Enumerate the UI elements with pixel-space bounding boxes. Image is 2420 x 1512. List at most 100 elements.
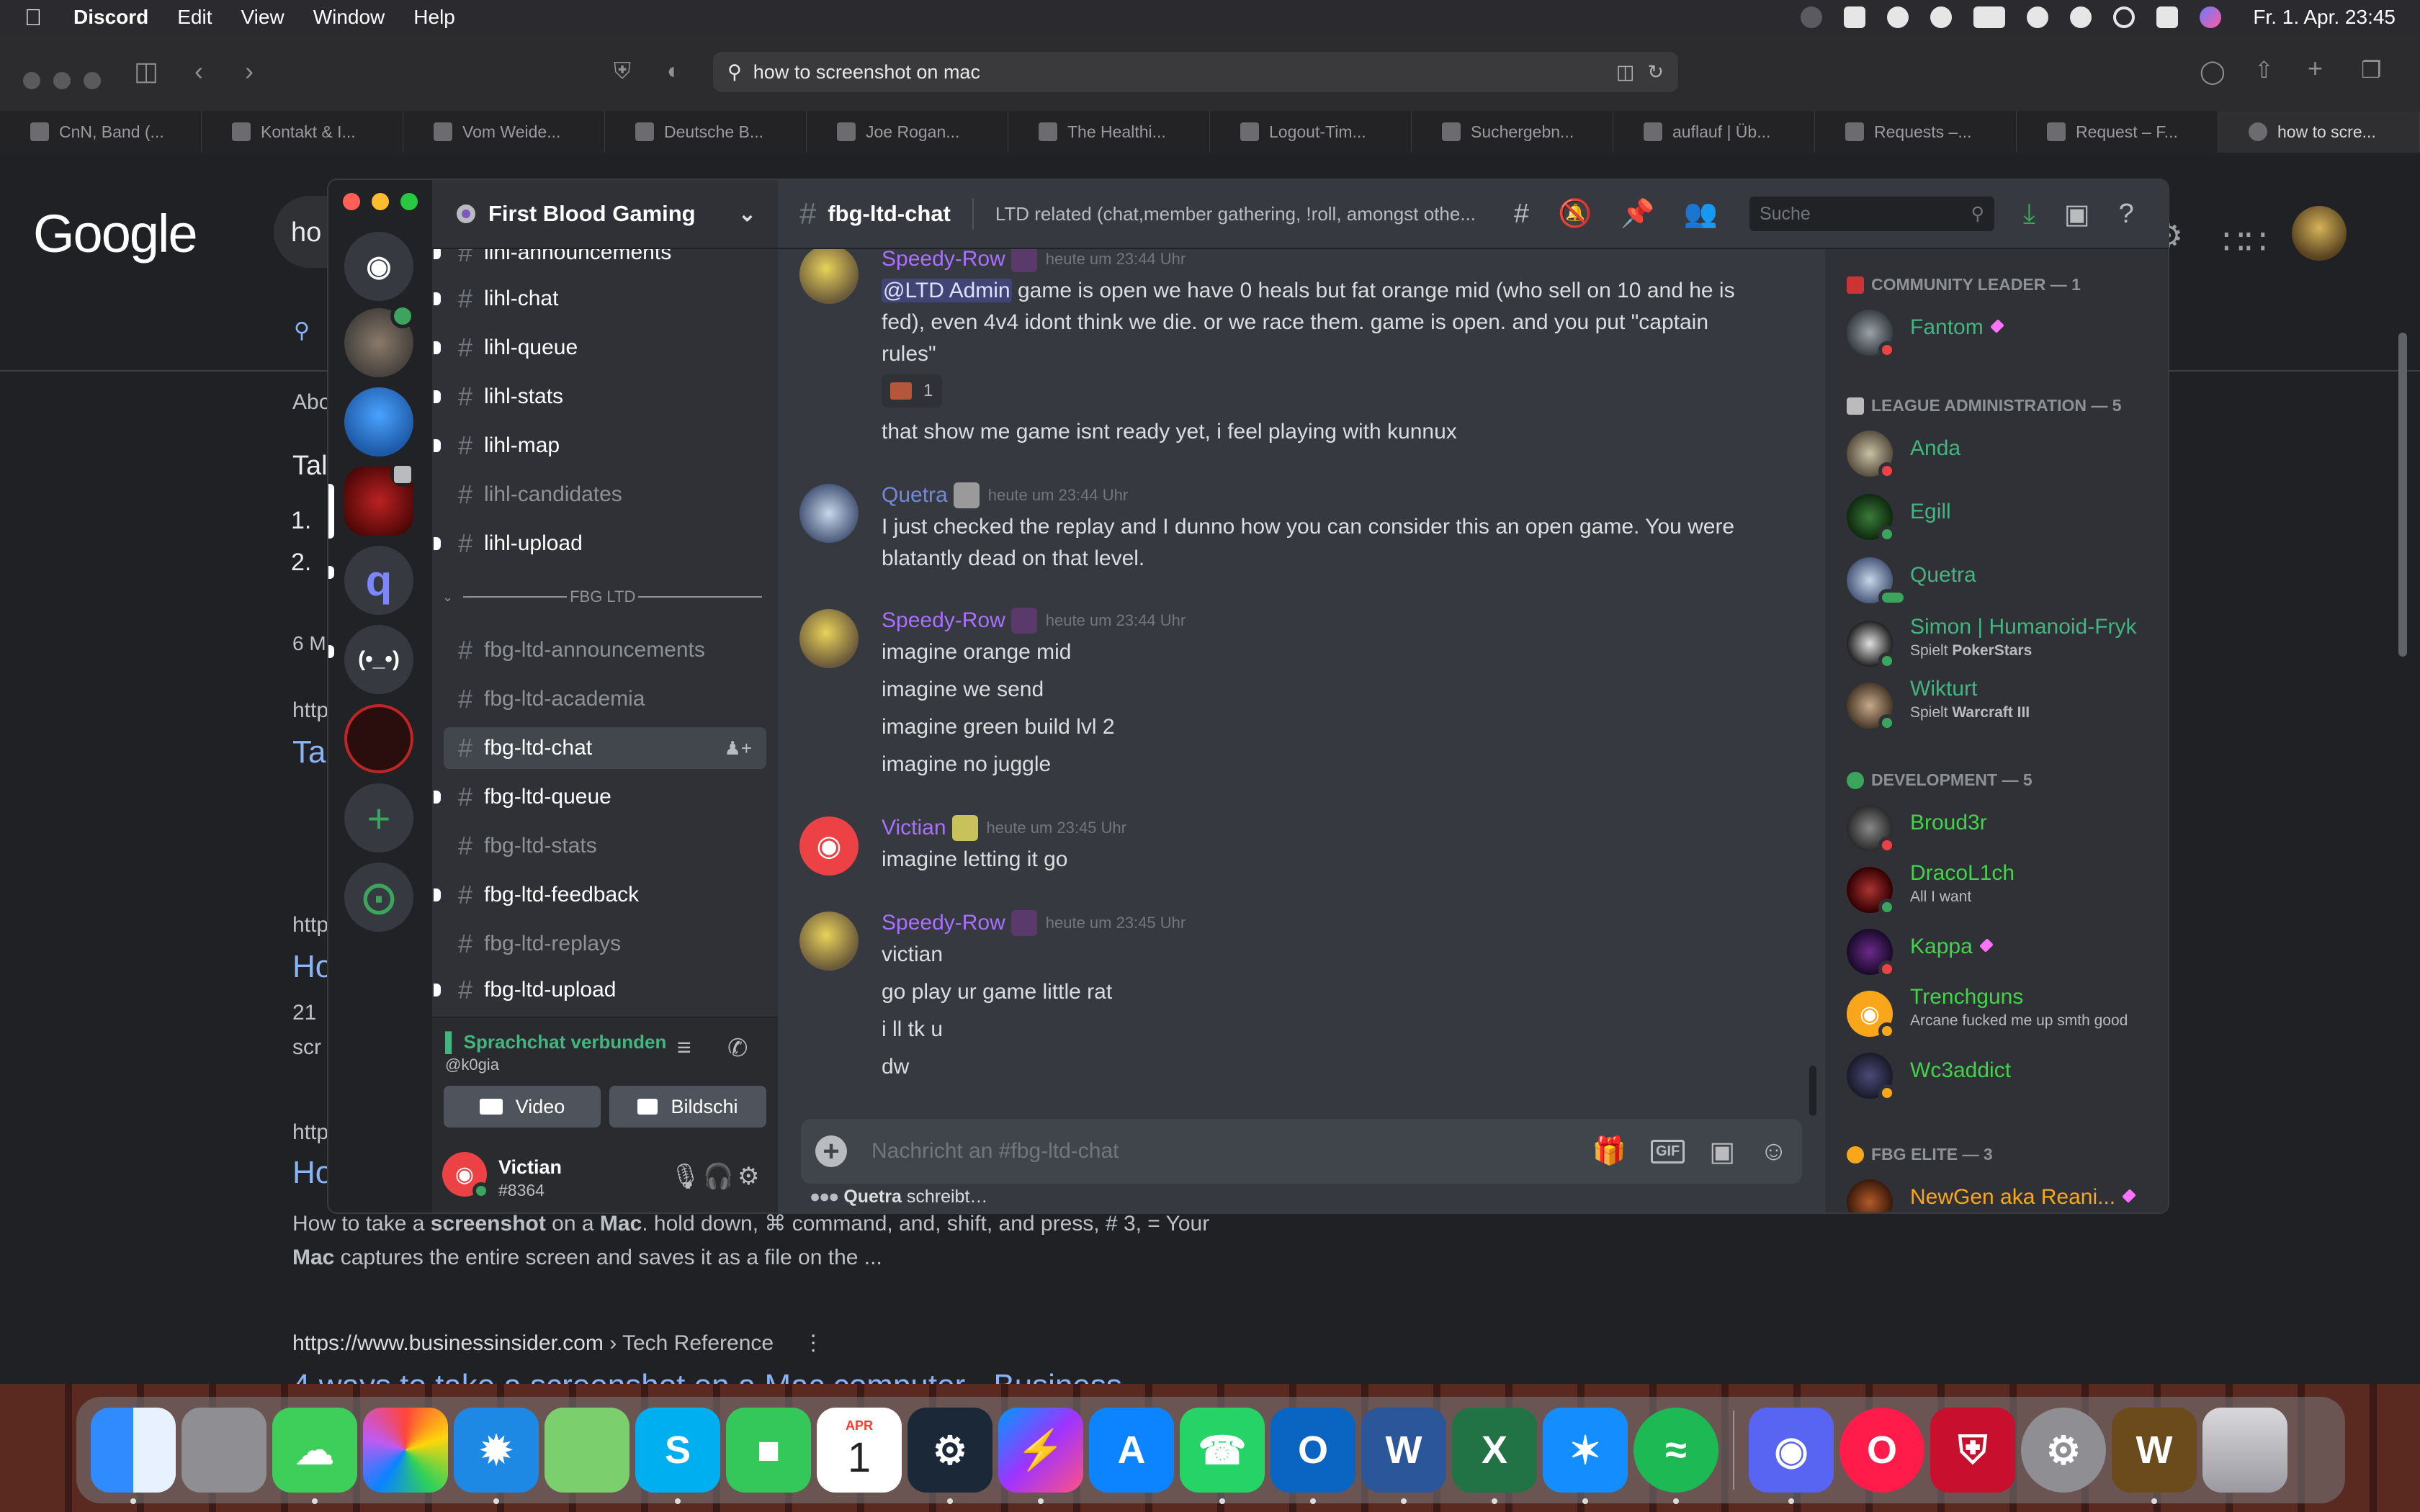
battlenet-icon[interactable]: ✶ bbox=[1543, 1408, 1628, 1504]
member-item[interactable]: NewGen aka Reani... bbox=[1847, 1171, 2156, 1212]
menu-window[interactable]: Window bbox=[313, 6, 385, 29]
channel-lihl-announcements[interactable]: # lihl-announcements bbox=[434, 249, 766, 274]
member-list-icon[interactable]: 👥 bbox=[1684, 198, 1718, 230]
mute-bell-icon[interactable]: 🔕 bbox=[1558, 198, 1592, 230]
avatar[interactable] bbox=[799, 912, 859, 971]
author-name[interactable]: Speedy-Row bbox=[882, 911, 1005, 935]
wifi-icon[interactable] bbox=[2027, 6, 2049, 28]
status-circle-icon[interactable] bbox=[1801, 6, 1823, 28]
channel-lihl-map[interactable]: # lihl-map bbox=[434, 425, 766, 467]
safari-icon[interactable]: ✹ bbox=[454, 1408, 539, 1504]
channel-lihl-candidates[interactable]: # lihl-candidates bbox=[444, 474, 766, 516]
screen-share-button[interactable]: Bildschi bbox=[609, 1086, 766, 1128]
member-item[interactable]: Anda bbox=[1847, 422, 2156, 482]
channel-fbg-ltd-stats[interactable]: # fbg-ltd-stats bbox=[444, 825, 766, 867]
tab-overview-icon[interactable]: ❐ bbox=[2361, 56, 2382, 84]
channel-fbg-ltd-queue[interactable]: # fbg-ltd-queue bbox=[434, 776, 766, 818]
message-composer[interactable]: + Nachricht an #fbg-ltd-chat 🎁 GIF ▣ ☺ bbox=[801, 1119, 1802, 1184]
tab[interactable]: Deutsche B... bbox=[605, 111, 807, 153]
voice-status[interactable]: ▌ Sprachchat verbunden bbox=[445, 1031, 666, 1053]
user-icon[interactable] bbox=[2070, 6, 2092, 28]
play-icon[interactable] bbox=[1930, 6, 1953, 28]
avatar[interactable] bbox=[799, 609, 859, 668]
apple-menu-icon[interactable]:  bbox=[24, 4, 42, 31]
inbox-icon[interactable]: ▣ bbox=[2064, 198, 2090, 230]
zoom-button[interactable] bbox=[400, 193, 418, 210]
channel-fbg-ltd-feedback[interactable]: # fbg-ltd-feedback bbox=[434, 874, 766, 916]
sidebar-toggle-icon[interactable]: ◫ bbox=[134, 56, 158, 86]
menu-help[interactable]: Help bbox=[413, 6, 455, 29]
menu-app-discord[interactable]: Discord bbox=[73, 6, 148, 29]
author-name[interactable]: Quetra bbox=[882, 483, 948, 508]
share-icon[interactable]: ⇧ bbox=[2254, 56, 2274, 84]
avatar[interactable]: ◉ bbox=[442, 1152, 490, 1200]
member-item[interactable]: DracoL1ch All I want bbox=[1847, 858, 2156, 919]
minimize-dot[interactable] bbox=[53, 72, 71, 89]
member-item[interactable]: Simon | Humanoid-Fryk Spielt PokerStars bbox=[1847, 612, 2156, 672]
all-tab-search-icon[interactable]: ⚲ bbox=[294, 318, 310, 343]
whatsapp-icon[interactable]: ☎ bbox=[1180, 1408, 1265, 1504]
shield-icon[interactable] bbox=[1844, 6, 1866, 28]
close-button[interactable] bbox=[343, 193, 360, 210]
minimize-button[interactable] bbox=[372, 193, 389, 210]
chat-scrollbar[interactable] bbox=[1809, 1066, 1816, 1116]
chevron-down-icon[interactable]: ⌄ bbox=[738, 202, 756, 227]
word-icon[interactable]: W bbox=[1361, 1408, 1446, 1504]
channel-lihl-stats[interactable]: # lihl-stats bbox=[434, 376, 766, 418]
tab[interactable]: Joe Rogan... bbox=[807, 111, 1008, 153]
battery-icon[interactable] bbox=[1973, 6, 2006, 28]
author-name[interactable]: Speedy-Row bbox=[882, 249, 1005, 271]
system-preferences-icon[interactable]: ⚙ bbox=[2021, 1408, 2106, 1493]
result-link-fragment[interactable]: Ta bbox=[292, 734, 326, 770]
noise-suppression-icon[interactable]: ≡ bbox=[677, 1034, 691, 1062]
opera-gx-icon[interactable]: O bbox=[1839, 1408, 1924, 1493]
messenger-icon[interactable]: ⚡ bbox=[998, 1408, 1083, 1504]
member-item[interactable]: Broud3r bbox=[1847, 796, 2156, 857]
bitwarden-icon[interactable]: ⛨ bbox=[1930, 1408, 2015, 1493]
avatar[interactable] bbox=[799, 484, 859, 543]
emoji-icon[interactable]: ☺ bbox=[1760, 1136, 1788, 1167]
download-icon[interactable]: ◯ bbox=[2200, 58, 2226, 85]
member-item[interactable]: Wikturt Spielt Warcraft III bbox=[1847, 674, 2156, 734]
menu-view[interactable]: View bbox=[241, 6, 284, 29]
help-icon[interactable]: ? bbox=[2119, 199, 2134, 230]
tab[interactable]: Request – F... bbox=[2017, 111, 2218, 153]
control-center-icon[interactable] bbox=[2156, 6, 2179, 28]
member-item[interactable]: Kappa bbox=[1847, 920, 2156, 981]
page-scrollbar[interactable] bbox=[2398, 333, 2407, 657]
explore-compass-icon[interactable]: ⨀ bbox=[344, 863, 413, 932]
tab[interactable]: Vom Weide... bbox=[403, 111, 605, 153]
apps-grid-icon[interactable]: ∷∷ bbox=[2223, 222, 2267, 262]
trash-icon[interactable] bbox=[2202, 1408, 2287, 1493]
sticker-icon[interactable]: ▣ bbox=[1709, 1135, 1735, 1168]
app-store-icon[interactable]: A bbox=[1089, 1408, 1174, 1493]
launchpad-icon[interactable] bbox=[182, 1408, 266, 1493]
more-options-icon[interactable]: ⋮ bbox=[802, 1331, 824, 1355]
threads-icon[interactable]: # bbox=[1514, 199, 1529, 230]
headphones-icon[interactable]: 🎧 bbox=[703, 1162, 733, 1191]
outlook-icon[interactable]: O bbox=[1270, 1408, 1355, 1504]
skype-icon[interactable]: S bbox=[635, 1408, 720, 1504]
member-item[interactable]: Fantom bbox=[1847, 301, 2156, 361]
avatar[interactable] bbox=[799, 249, 859, 304]
tab-active[interactable]: how to scre... bbox=[2218, 111, 2420, 153]
back-arrow-icon[interactable]: ‹ bbox=[194, 56, 203, 86]
member-item[interactable]: Wc3addict bbox=[1847, 1044, 2156, 1104]
channel-lihl-queue[interactable]: # lihl-queue bbox=[434, 327, 766, 369]
photos-icon[interactable] bbox=[363, 1408, 448, 1493]
guild-header[interactable]: First Blood Gaming ⌄ bbox=[432, 180, 778, 249]
translate-icon[interactable]: ◫ bbox=[1616, 61, 1635, 84]
channel-fbg-ltd-academia[interactable]: # fbg-ltd-academia bbox=[444, 678, 766, 720]
attach-plus-icon[interactable]: + bbox=[815, 1135, 847, 1167]
member-item[interactable]: Quetra bbox=[1847, 549, 2156, 609]
settings-gear-icon[interactable]: ⚙ bbox=[738, 1162, 759, 1191]
zoom-dot[interactable] bbox=[84, 72, 101, 89]
menu-edit[interactable]: Edit bbox=[177, 6, 212, 29]
siri-icon[interactable] bbox=[2200, 6, 2222, 28]
microphone-icon[interactable]: 🎙 bbox=[670, 1162, 701, 1191]
tab[interactable]: Logout-Tim... bbox=[1210, 111, 1412, 153]
tab[interactable]: Requests –... bbox=[1815, 111, 2017, 153]
author-name[interactable]: Victian bbox=[882, 816, 946, 840]
video-button[interactable]: Video bbox=[444, 1086, 601, 1128]
download-icon[interactable]: ⤓ bbox=[2023, 199, 2035, 230]
